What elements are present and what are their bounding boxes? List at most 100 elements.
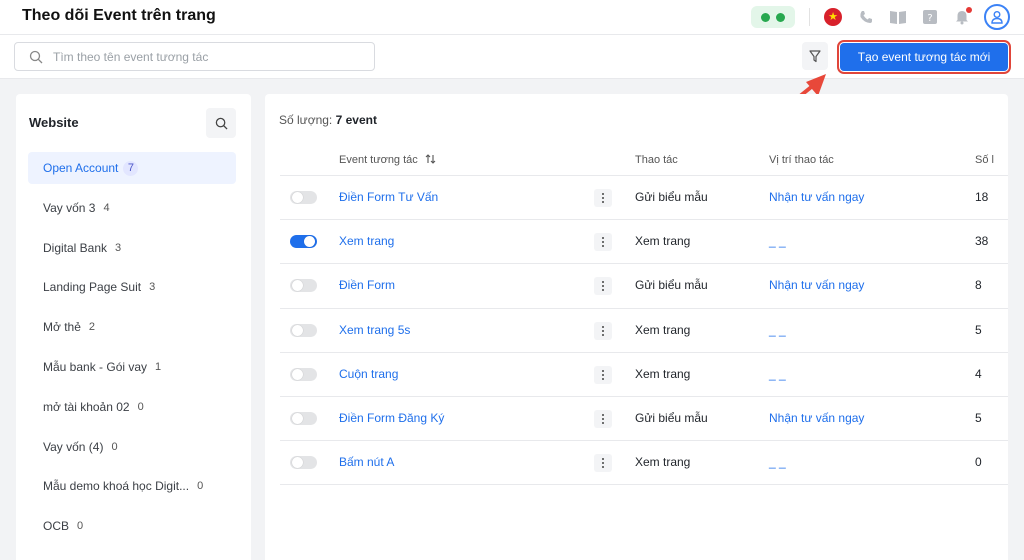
sidebar-item-vay-von-3[interactable]: Vay vốn 3 4 bbox=[28, 192, 236, 224]
more-options-icon[interactable] bbox=[594, 233, 612, 252]
sidebar-item-label: Mở thẻ bbox=[43, 320, 81, 335]
event-count-cell: 4 bbox=[975, 366, 982, 381]
search-icon bbox=[215, 117, 228, 130]
event-name-link[interactable]: Xem trang bbox=[339, 234, 394, 248]
sidebar-item-count: 1 bbox=[155, 360, 162, 373]
more-options-icon[interactable] bbox=[594, 277, 612, 296]
event-position-link[interactable]: Nhận tư vấn ngay bbox=[769, 190, 864, 204]
filter-icon bbox=[809, 49, 821, 62]
sidebar-item-mau-bank[interactable]: Mẫu bank - Gói vay 1 bbox=[28, 351, 236, 383]
event-toggle[interactable] bbox=[290, 367, 317, 381]
sidebar-item-digital-bank[interactable]: Digital Bank 3 bbox=[28, 232, 236, 264]
event-count-cell: 0 bbox=[975, 455, 982, 470]
sidebar-item-count: 4 bbox=[103, 201, 110, 214]
phone-icon[interactable] bbox=[751, 6, 795, 28]
sidebar-item-ocb[interactable]: OCB 0 bbox=[28, 510, 236, 542]
divider bbox=[809, 8, 810, 26]
event-count-cell: 5 bbox=[975, 322, 982, 337]
sidebar-item-label: Vay vốn 3 bbox=[43, 200, 96, 215]
sidebar-item-count: 0 bbox=[197, 480, 204, 493]
sidebar-item-label: Landing Page Suit bbox=[43, 280, 142, 295]
table-row: Điền Form Đăng Ký Gửi biểu mẫu Nhận tư v… bbox=[280, 397, 1008, 442]
event-toggle[interactable] bbox=[290, 191, 317, 204]
more-options-icon[interactable] bbox=[594, 189, 612, 207]
sidebar-item-open-account[interactable]: Open Account 7 bbox=[28, 152, 236, 184]
table-header: Event tương tác Thao tác Vị trí thao tác… bbox=[280, 144, 1008, 176]
event-name-link[interactable]: Xem trang 5s bbox=[339, 323, 410, 337]
event-name-link[interactable]: Điền Form Đăng Ký bbox=[339, 411, 444, 425]
search-input[interactable] bbox=[53, 47, 363, 67]
sidebar-item-count: 0 bbox=[137, 400, 144, 413]
help-icon[interactable]: ? bbox=[920, 7, 940, 27]
sidebar-item-label: Digital Bank bbox=[43, 240, 108, 255]
sidebar-item-count: 2 bbox=[88, 321, 96, 334]
toolbar: Tạo event tương tác mới bbox=[0, 35, 1024, 79]
sidebar-item-label: Open Account bbox=[43, 161, 119, 175]
call-icon[interactable] bbox=[856, 7, 876, 27]
sidebar-list: Open Account 7 Vay vốn 3 4 Digital Bank … bbox=[28, 152, 236, 550]
sidebar-item-count: 3 bbox=[115, 241, 122, 254]
header-icons: ★ ? bbox=[751, 4, 1010, 30]
event-toggle[interactable] bbox=[290, 411, 317, 425]
bell-icon[interactable] bbox=[952, 7, 972, 27]
sidebar-item-count: 3 bbox=[149, 281, 156, 294]
sort-icon[interactable] bbox=[425, 154, 436, 164]
events-table: Điền Form Tư Vấn Gửi biểu mẫu Nhận tư vấ… bbox=[280, 176, 1008, 486]
event-count: Số lượng: 7 event bbox=[279, 113, 377, 127]
event-position-link[interactable]: Nhận tư vấn ngay bbox=[769, 278, 864, 292]
event-action: Gửi biểu mẫu bbox=[635, 410, 708, 425]
column-header-count: Số l bbox=[975, 154, 994, 166]
filter-button[interactable] bbox=[802, 42, 828, 70]
column-header-event[interactable]: Event tương tác bbox=[339, 154, 436, 166]
event-toggle[interactable] bbox=[290, 279, 317, 293]
sidebar-item-label: Mẫu demo khoá học Digit... bbox=[43, 479, 190, 494]
sidebar-item-label: mở tài khoản 02 bbox=[43, 399, 130, 414]
event-position-empty: _ _ bbox=[769, 234, 786, 249]
table-row: Điền Form Tư Vấn Gửi biểu mẫu Nhận tư vấ… bbox=[280, 176, 1008, 221]
table-row: Cuộn trang Xem trang _ _ 4 bbox=[280, 353, 1008, 397]
flag-vietnam-icon[interactable]: ★ bbox=[824, 8, 842, 26]
sidebar-item-count: 0 bbox=[111, 440, 118, 453]
page-title: Theo dõi Event trên trang bbox=[22, 7, 216, 24]
events-panel: Số lượng: 7 event Event tương tác Thao t… bbox=[265, 94, 1008, 560]
event-action: Gửi biểu mẫu bbox=[635, 278, 708, 293]
event-count-cell: 18 bbox=[975, 190, 989, 204]
column-header-action: Thao tác bbox=[635, 154, 678, 166]
sidebar-item-count: 0 bbox=[77, 520, 84, 533]
event-name-link[interactable]: Điền Form bbox=[339, 278, 395, 292]
event-count-value: 7 event bbox=[335, 113, 377, 127]
event-action: Xem trang bbox=[635, 322, 691, 337]
more-options-icon[interactable] bbox=[594, 365, 612, 384]
sidebar-item-landing-page-suit[interactable]: Landing Page Suit 3 bbox=[28, 271, 236, 303]
table-row: Xem trang Xem trang _ _ 38 bbox=[280, 220, 1008, 265]
event-count-label: Số lượng: bbox=[279, 113, 333, 127]
top-header: Theo dõi Event trên trang ★ ? bbox=[0, 0, 1024, 35]
event-name-link[interactable]: Cuộn trang bbox=[339, 367, 398, 381]
event-position-link[interactable]: Nhận tư vấn ngay bbox=[769, 411, 864, 425]
table-row: Điền Form Gửi biểu mẫu Nhận tư vấn ngay … bbox=[280, 264, 1008, 309]
event-toggle[interactable] bbox=[290, 235, 317, 249]
sidebar-item-mau-demo[interactable]: Mẫu demo khoá học Digit... 0 bbox=[28, 470, 236, 502]
user-avatar-icon[interactable] bbox=[984, 4, 1010, 30]
event-count-cell: 5 bbox=[975, 410, 982, 425]
event-name-link[interactable]: Điền Form Tư Vấn bbox=[339, 190, 438, 204]
event-toggle[interactable] bbox=[290, 456, 317, 470]
column-header-position: Vị trí thao tác bbox=[769, 154, 834, 166]
sidebar-item-count: 7 bbox=[123, 160, 139, 176]
event-action: Gửi biểu mẫu bbox=[635, 190, 708, 204]
book-icon[interactable] bbox=[888, 7, 908, 27]
more-options-icon[interactable] bbox=[594, 454, 612, 473]
sidebar-item-mo-the[interactable]: Mở thẻ 2 bbox=[28, 311, 236, 343]
event-toggle[interactable] bbox=[290, 323, 317, 337]
event-position-empty: _ _ bbox=[769, 455, 786, 470]
more-options-icon[interactable] bbox=[594, 321, 612, 340]
sidebar-search-button[interactable] bbox=[206, 108, 236, 138]
event-name-link[interactable]: Bấm nút A bbox=[339, 455, 394, 469]
sidebar-item-mo-tai-khoan-02[interactable]: mở tài khoản 02 0 bbox=[28, 391, 236, 423]
table-row: Bấm nút A Xem trang _ _ 0 bbox=[280, 441, 1008, 486]
sidebar-item-vay-von-4[interactable]: Vay vốn (4) 0 bbox=[28, 431, 236, 463]
event-count-cell: 8 bbox=[975, 278, 982, 293]
more-options-icon[interactable] bbox=[594, 409, 612, 428]
create-event-button[interactable]: Tạo event tương tác mới bbox=[837, 40, 1011, 74]
event-action: Xem trang bbox=[635, 234, 691, 249]
